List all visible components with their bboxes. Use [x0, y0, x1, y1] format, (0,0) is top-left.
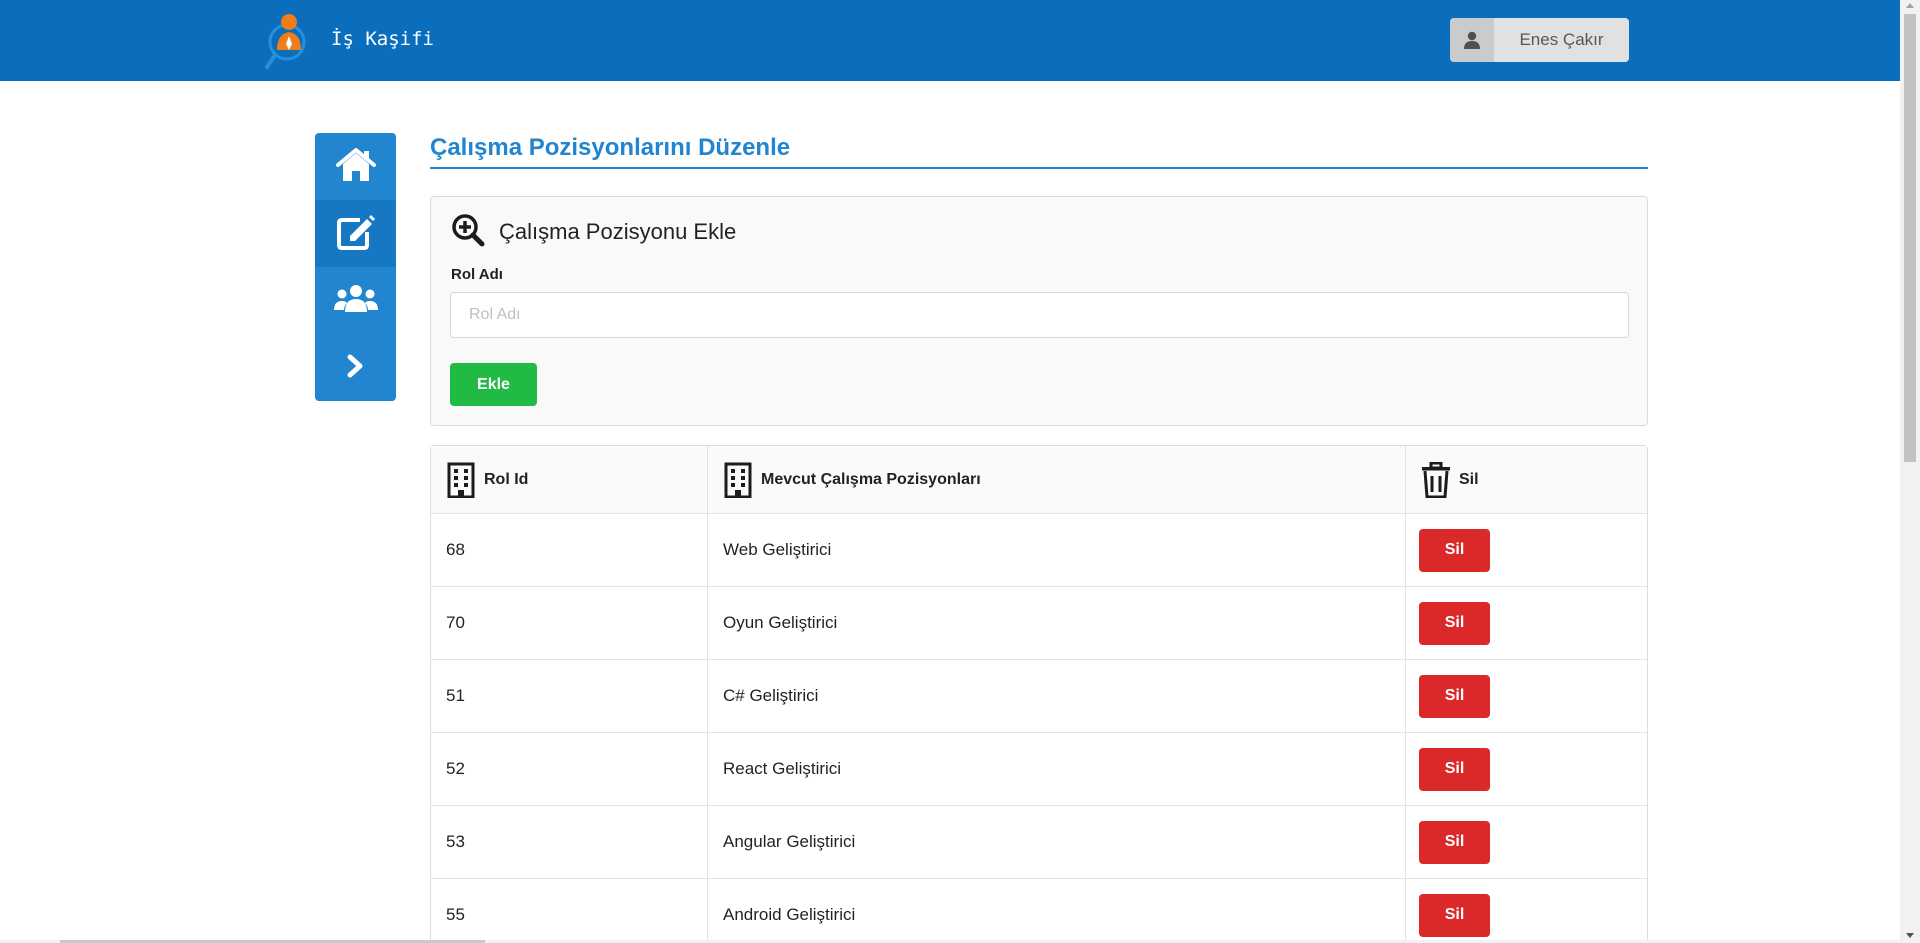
role-id-cell: 51	[431, 660, 707, 733]
edit-icon	[336, 214, 376, 254]
role-name-label: Rol Adı	[451, 266, 503, 283]
logo-icon[interactable]	[265, 12, 313, 70]
table-row: 51 C# Geliştirici Sil	[431, 660, 1647, 733]
add-button[interactable]: Ekle	[450, 363, 537, 406]
position-name-cell: C# Geliştirici	[707, 660, 1405, 733]
scrollbar-thumb[interactable]	[1904, 14, 1916, 462]
table-row: 68 Web Geliştirici Sil	[431, 514, 1647, 587]
scroll-down-icon[interactable]	[1906, 933, 1914, 938]
sidebar-item-users[interactable]	[315, 267, 396, 334]
sidebar-item-next[interactable]	[315, 334, 396, 401]
table-row: 53 Angular Geliştirici Sil	[431, 806, 1647, 879]
sidebar-item-edit[interactable]	[315, 200, 396, 267]
zoom-in-icon	[451, 213, 485, 251]
header-delete-label: Sil	[1459, 470, 1479, 488]
title-divider	[430, 167, 1648, 169]
role-name-input[interactable]	[450, 292, 1629, 338]
page-title: Çalışma Pozisyonlarını Düzenle	[430, 134, 791, 161]
role-id-cell: 68	[431, 514, 707, 587]
header-position-name: Mevcut Çalışma Pozisyonları	[707, 446, 1405, 514]
form-header: Çalışma Pozisyonu Ekle	[451, 213, 736, 251]
delete-button[interactable]: Sil	[1419, 674, 1490, 718]
sidebar-item-home[interactable]	[315, 133, 396, 200]
table-row: 52 React Geliştirici Sil	[431, 733, 1647, 806]
delete-cell: Sil	[1405, 806, 1647, 879]
delete-button[interactable]: Sil	[1419, 820, 1490, 864]
home-icon	[335, 147, 376, 186]
position-name-cell: React Geliştirici	[707, 733, 1405, 806]
building-icon	[724, 462, 752, 498]
form-heading: Çalışma Pozisyonu Ekle	[499, 219, 737, 244]
add-position-form: Çalışma Pozisyonu Ekle Rol Adı Ekle	[430, 196, 1648, 426]
table-header-row: Rol Id Mevcut Çalışma Pozisyonları Sil	[431, 446, 1647, 514]
position-name-cell: Web Geliştirici	[707, 514, 1405, 587]
page: İş Kaşifi Enes Çakır Çalışma Pozisyonlar…	[0, 0, 1900, 943]
position-name-cell: Android Geliştirici	[707, 879, 1405, 943]
scroll-up-icon[interactable]	[1906, 3, 1914, 8]
role-id-cell: 55	[431, 879, 707, 943]
chevron-right-icon	[346, 354, 366, 382]
role-id-cell: 53	[431, 806, 707, 879]
vertical-scrollbar[interactable]	[1900, 0, 1920, 943]
delete-button[interactable]: Sil	[1419, 893, 1490, 937]
positions-table: Rol Id Mevcut Çalışma Pozisyonları Sil 6…	[430, 445, 1648, 943]
delete-button[interactable]: Sil	[1419, 747, 1490, 791]
delete-cell: Sil	[1405, 660, 1647, 733]
building-icon	[447, 462, 475, 498]
top-navbar: İş Kaşifi Enes Çakır	[0, 0, 1900, 81]
table-row: 70 Oyun Geliştirici Sil	[431, 587, 1647, 660]
delete-cell: Sil	[1405, 879, 1647, 943]
position-name-cell: Oyun Geliştirici	[707, 587, 1405, 660]
browser-viewport: İş Kaşifi Enes Çakır Çalışma Pozisyonlar…	[0, 0, 1920, 943]
role-id-cell: 70	[431, 587, 707, 660]
side-menu	[315, 133, 396, 401]
delete-cell: Sil	[1405, 587, 1647, 660]
header-position-name-label: Mevcut Çalışma Pozisyonları	[761, 470, 981, 488]
delete-button[interactable]: Sil	[1419, 528, 1490, 572]
header-delete: Sil	[1405, 446, 1647, 514]
delete-button[interactable]: Sil	[1419, 601, 1490, 645]
delete-cell: Sil	[1405, 514, 1647, 587]
header-role-id-label: Rol Id	[484, 470, 529, 488]
user-icon	[1450, 18, 1494, 62]
user-menu-button[interactable]: Enes Çakır	[1450, 18, 1629, 62]
header-role-id: Rol Id	[431, 446, 707, 514]
role-id-cell: 52	[431, 733, 707, 806]
table-body: 68 Web Geliştirici Sil 70 Oyun Geliştirici Si…	[431, 514, 1647, 943]
trash-icon	[1422, 461, 1450, 498]
user-name: Enes Çakır	[1519, 30, 1604, 49]
users-icon	[333, 284, 378, 318]
brand-name[interactable]: İş Kaşifi	[331, 28, 434, 50]
position-name-cell: Angular Geliştirici	[707, 806, 1405, 879]
table-row: 55 Android Geliştirici Sil	[431, 879, 1647, 943]
table-header: Rol Id Mevcut Çalışma Pozisyonları Sil	[431, 446, 1647, 514]
delete-cell: Sil	[1405, 733, 1647, 806]
